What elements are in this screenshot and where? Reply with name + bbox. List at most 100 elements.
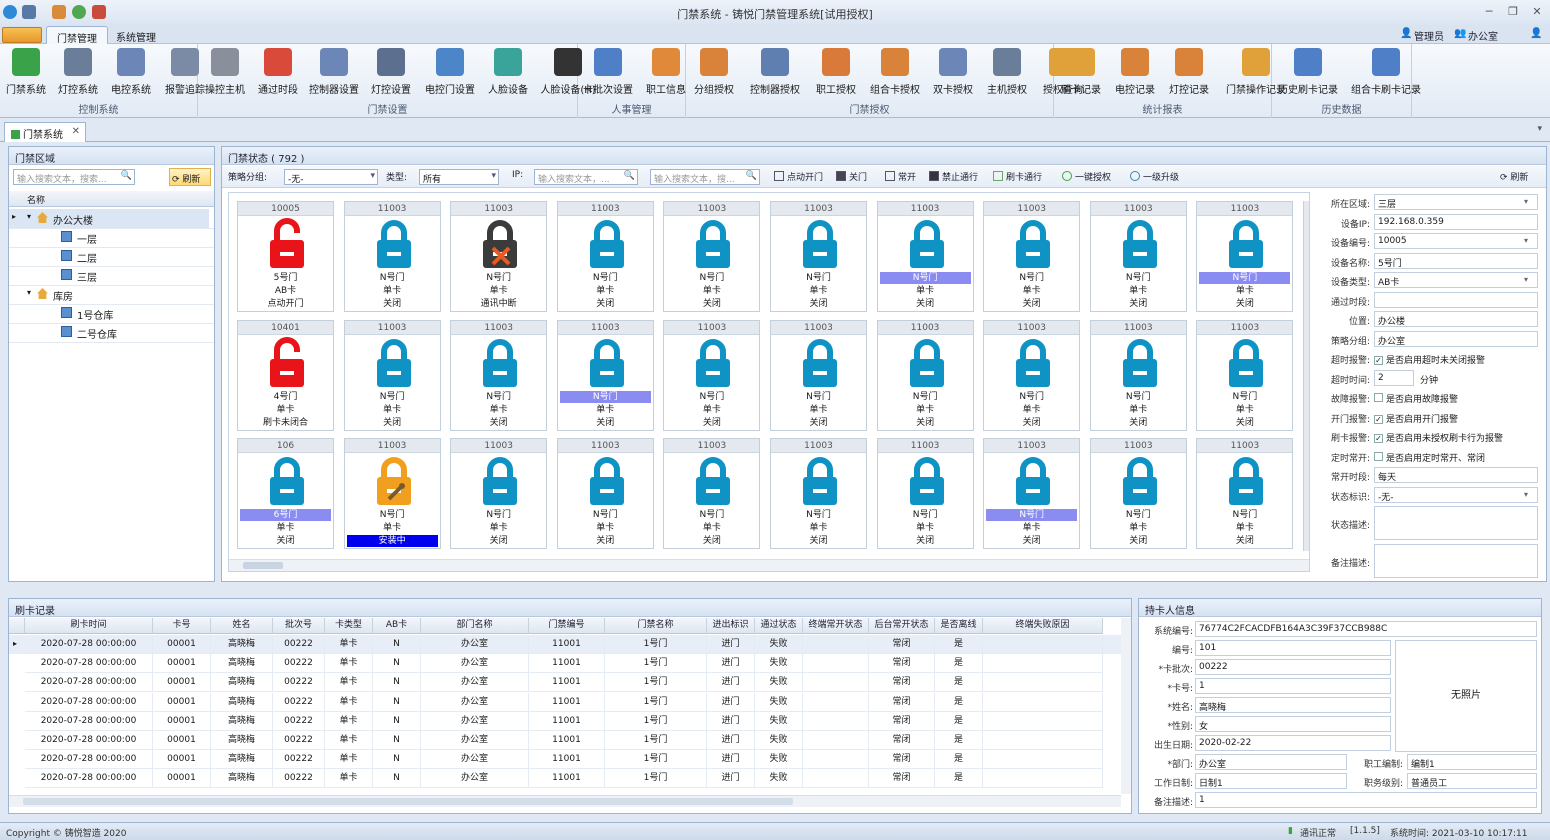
- table-header-cell[interactable]: 进出标识: [707, 618, 755, 634]
- door-tile[interactable]: 11003 N号门 单卡 关闭: [876, 201, 974, 312]
- no-field[interactable]: 101: [1195, 640, 1391, 656]
- card-field[interactable]: 1: [1195, 678, 1391, 694]
- close-door-button[interactable]: 关门: [836, 170, 867, 183]
- property-field[interactable]: 三层: [1374, 194, 1538, 210]
- door-tile[interactable]: 11003 N号门 单卡 关闭: [876, 319, 974, 431]
- checkbox-icon[interactable]: ✓: [1374, 356, 1383, 365]
- name-field[interactable]: 高晓梅: [1195, 697, 1391, 713]
- ribbon-button[interactable]: 卡批次设置: [582, 48, 634, 98]
- door-tile[interactable]: 106 6号门 单卡 关闭: [237, 438, 334, 549]
- ribbon-button[interactable]: 职工授权: [812, 48, 860, 98]
- ribbon-button[interactable]: 历史刷卡记录: [1276, 48, 1340, 98]
- table-header-cell[interactable]: 刷卡时间: [25, 618, 153, 634]
- ribbon-button[interactable]: 门禁系统: [4, 48, 48, 98]
- tab-menu-chevron-icon[interactable]: ▾: [1537, 124, 1542, 134]
- ribbon-button[interactable]: 操控主机: [202, 48, 248, 98]
- table-header-cell[interactable]: 批次号: [273, 618, 325, 634]
- scrollbar-thumb[interactable]: [243, 562, 283, 569]
- staffing-select[interactable]: 编制1: [1407, 754, 1537, 770]
- table-header-cell[interactable]: AB卡: [373, 618, 421, 634]
- table-header-cell[interactable]: 姓名: [211, 618, 273, 634]
- door-tile[interactable]: 11003 N号门 单卡 关闭: [343, 201, 441, 312]
- door-tile[interactable]: 11003 N号门 单卡 关闭: [876, 438, 974, 549]
- ribbon-button[interactable]: 电控门设置: [422, 48, 478, 98]
- ribbon-button[interactable]: 通过时段: [256, 48, 300, 98]
- collapse-icon[interactable]: ▾: [27, 212, 31, 221]
- card-pass-button[interactable]: 刷卡通行: [993, 170, 1042, 183]
- door-tile[interactable]: 11003 N号门 单卡 关闭: [1089, 319, 1187, 431]
- ribbon-button[interactable]: 控制器设置: [308, 48, 360, 98]
- shift-select[interactable]: 日制1: [1195, 773, 1347, 789]
- door-tile[interactable]: 11003 N号门 单卡 关闭: [1089, 438, 1187, 549]
- property-checkbox[interactable]: 是否启用定时常开、常闭: [1374, 451, 1485, 464]
- ribbon-button[interactable]: 分组授权: [690, 48, 738, 98]
- birth-date-field[interactable]: 2020-02-22: [1195, 735, 1391, 751]
- door-tile[interactable]: 10005 5号门 AB卡 点动开门: [237, 201, 334, 312]
- close-tab-icon[interactable]: ✕: [72, 126, 80, 137]
- type-select[interactable]: 所有 ▾: [419, 169, 499, 185]
- door-tile[interactable]: 11003 N号门 单卡 关闭: [663, 201, 761, 312]
- property-field[interactable]: 办公室: [1374, 330, 1538, 347]
- checkbox-icon[interactable]: [1374, 393, 1383, 402]
- door-tile[interactable]: 11003 N号门 单卡 通讯中断: [450, 201, 548, 312]
- ribbon-button[interactable]: 控制器授权: [746, 48, 804, 98]
- table-row[interactable]: 2020-07-28 00:00:00 00001 高晓梅 00222 单卡 N 办公室 11…: [9, 692, 1123, 712]
- table-row[interactable]: 2020-07-28 00:00:00 00001 高晓梅 00222 单卡 N 办公室 11…: [9, 731, 1123, 750]
- door-tile[interactable]: 11003 N号门 单卡 关闭: [983, 201, 1081, 312]
- property-spin[interactable]: 2: [1374, 369, 1414, 386]
- table-row[interactable]: 2020-07-28 00:00:00 00001 高晓梅 00222 单卡 N 办公室 11…: [9, 750, 1123, 770]
- property-field[interactable]: [1374, 291, 1538, 308]
- table-row[interactable]: 2020-07-28 00:00:00 00001 高晓梅 00222 单卡 N 办公室 11…: [9, 654, 1123, 674]
- table-header-cell[interactable]: 部门名称: [421, 618, 529, 634]
- rank-select[interactable]: 普通员工: [1407, 773, 1537, 789]
- tree-node[interactable]: ▸ ▾ 办公大楼: [9, 209, 209, 228]
- always-open-button[interactable]: 常开: [885, 170, 916, 183]
- tree-node[interactable]: 二层: [9, 247, 209, 266]
- door-tile[interactable]: 11003 N号门 单卡 关闭: [770, 319, 867, 431]
- table-header-cell[interactable]: 门禁编号: [529, 618, 605, 634]
- door-tile[interactable]: 11003 N号门 单卡 关闭: [983, 319, 1081, 431]
- property-field[interactable]: [1374, 506, 1538, 540]
- property-field[interactable]: AB卡: [1374, 272, 1538, 288]
- sex-select[interactable]: 女: [1195, 716, 1391, 732]
- door-tile[interactable]: 10401 4号门 单卡 刷卡未闭合: [237, 319, 334, 431]
- table-header-cell[interactable]: 卡号: [153, 618, 211, 634]
- area-search-input[interactable]: 输入搜索文本，搜索... 🔍: [13, 169, 135, 185]
- table-header-cell[interactable]: 后台常开状态: [869, 618, 935, 634]
- ribbon-button[interactable]: 职工信息: [642, 48, 690, 98]
- table-row[interactable]: 2020-07-28 00:00:00 00001 高晓梅 00222 单卡 N 办公室 11…: [9, 769, 1123, 789]
- photo-box[interactable]: 无照片: [1395, 640, 1537, 752]
- door-tile[interactable]: 11003 N号门 单卡 关闭: [556, 319, 654, 431]
- door-refresh-button[interactable]: ⟳ 刷新: [1500, 170, 1528, 183]
- note-field[interactable]: 1: [1195, 792, 1537, 808]
- sys-no-field[interactable]: 76774C2FCACDFB164A3C39F37CCB988C: [1195, 621, 1537, 637]
- door-tile[interactable]: 11003 N号门 单卡 关闭: [556, 438, 654, 549]
- property-checkbox[interactable]: ✓ 是否启用未授权刷卡行为报警: [1374, 431, 1503, 444]
- table-row[interactable]: 2020-07-28 00:00:00 00001 高晓梅 00222 单卡 N 办公室 11…: [9, 673, 1123, 693]
- checkbox-icon[interactable]: [1374, 451, 1383, 461]
- door-tile[interactable]: 11003 N号门 单卡 关闭: [343, 319, 441, 431]
- door-tile[interactable]: 11003 N号门 单卡 关闭: [983, 438, 1081, 549]
- table-header-cell[interactable]: 是否离线: [935, 618, 983, 634]
- ribbon-button[interactable]: 组合卡授权: [868, 48, 922, 98]
- no-pass-button[interactable]: 禁止通行: [929, 170, 978, 183]
- door-tile[interactable]: 11003 N号门 单卡 关闭: [1089, 201, 1187, 312]
- table-header-cell[interactable]: 终端失败原因: [983, 618, 1103, 634]
- tab-access-control[interactable]: 门禁管理: [46, 26, 108, 45]
- tree-node[interactable]: 一层: [9, 228, 209, 247]
- property-field[interactable]: 192.168.0.359: [1374, 213, 1538, 230]
- tree-node[interactable]: ▾ 库房: [9, 285, 209, 304]
- table-header-cell[interactable]: 门禁名称: [605, 618, 707, 634]
- batch-field[interactable]: 00222: [1195, 659, 1391, 675]
- upgrade-button[interactable]: 一级升级: [1130, 170, 1179, 183]
- chevron-down-icon[interactable]: ▾: [1524, 275, 1528, 284]
- door-search-input[interactable]: 输入搜索文本，搜... 🔍: [650, 169, 760, 185]
- ribbon-button[interactable]: 组合卡刷卡记录: [1348, 48, 1424, 98]
- pulse-open-button[interactable]: 点动开门: [774, 170, 823, 183]
- close-icon[interactable]: ✕: [1529, 5, 1545, 19]
- one-key-auth-button[interactable]: 一键授权: [1062, 170, 1111, 183]
- group-select[interactable]: -无- ▾: [284, 169, 378, 185]
- chevron-down-icon[interactable]: ▾: [1524, 197, 1528, 206]
- current-user[interactable]: 管理员: [1414, 28, 1444, 43]
- ribbon-button[interactable]: 主机授权: [984, 48, 1030, 98]
